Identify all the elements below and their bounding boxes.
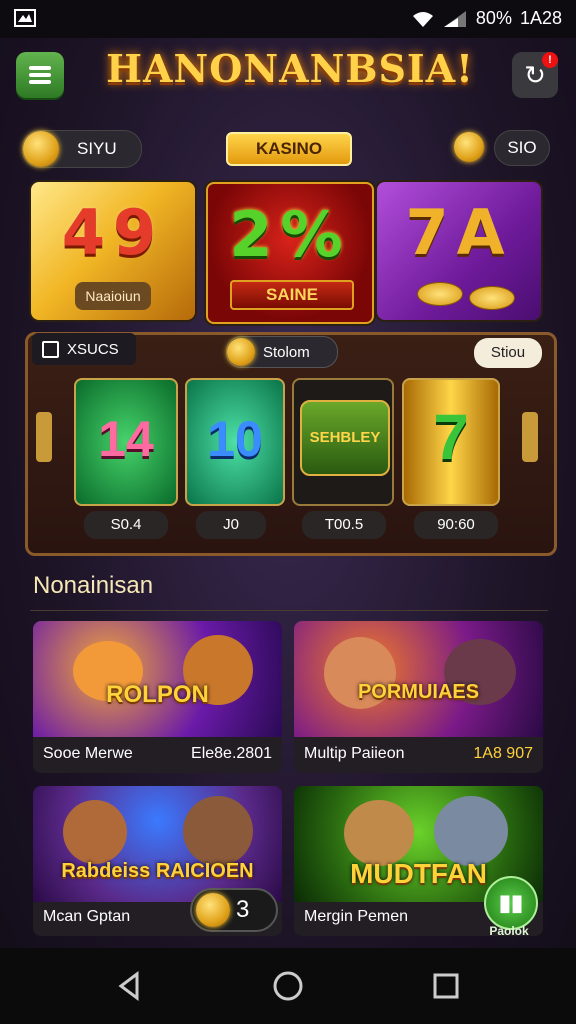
navigation-bar <box>0 948 576 1024</box>
home-icon <box>273 971 303 1001</box>
coin-stack-icon <box>469 286 515 310</box>
game-footer: Sooe Merwe Ele8e.2801 <box>43 745 272 763</box>
coin-pill-label: SIYU <box>77 139 117 158</box>
coin-icon <box>227 338 255 366</box>
status-right: 80% 1A28 <box>412 8 562 29</box>
toggle-pill[interactable]: 3 <box>190 888 278 932</box>
reel-value: T00.5 <box>302 511 386 539</box>
reel-value: J0 <box>196 511 266 539</box>
coin-icon <box>196 893 230 927</box>
hamburger-icon <box>29 63 51 87</box>
coin-icon <box>454 132 484 162</box>
reel-symbol: 14 <box>98 411 154 467</box>
battery-text: 80% <box>475 8 512 28</box>
game-name: Sooe Merwe <box>43 745 133 762</box>
coin-icon <box>23 131 59 167</box>
featured-number: 49 <box>61 196 165 269</box>
kasino-badge[interactable]: KASINO <box>226 132 352 166</box>
game-name: Mcan Gptan <box>43 908 131 925</box>
slot-center-label: Stolom <box>263 343 310 361</box>
game-thumbnail: Rabdeiss RAICIOEN <box>33 786 282 902</box>
back-button[interactable] <box>110 966 150 1006</box>
featured-label: Naaioiun <box>75 282 151 310</box>
featured-tile[interactable]: 7A <box>377 182 541 320</box>
coin-stack-icon <box>417 282 463 306</box>
back-icon <box>118 971 139 1001</box>
home-button[interactable] <box>268 966 308 1006</box>
play-label: Paolok <box>489 924 529 938</box>
play-button[interactable]: ▮▮ <box>484 876 538 930</box>
girl-character-icon <box>63 800 127 864</box>
reel-value: S0.4 <box>84 511 168 539</box>
right-ornament <box>522 412 538 462</box>
game-name: Multip Paiieon <box>304 745 405 762</box>
app-title: HANONANBSIA! <box>106 46 474 91</box>
checkbox-icon <box>42 340 59 358</box>
game-thumbnail: PORMUIAES <box>294 621 543 737</box>
slot-filter-label: XSUCS <box>67 340 119 358</box>
game-title: PORMUIAES <box>357 681 480 703</box>
signal-icon <box>443 10 466 27</box>
menu-button[interactable] <box>16 52 64 98</box>
status-bar: 80% 1A28 <box>0 0 576 38</box>
clock: 1A28 <box>519 8 562 28</box>
lion-character-icon <box>344 800 414 866</box>
featured-number: 7A <box>405 196 513 269</box>
game-card[interactable]: ROLPON Sooe Merwe Ele8e.2801 <box>33 621 282 773</box>
game-value: Ele8e.2801 <box>191 745 272 762</box>
game-footer: Multip Paiieon 1A8 907 <box>304 745 533 763</box>
featured-tile[interactable]: 49 Naaioiun <box>31 182 195 320</box>
app-notification-icon <box>14 9 36 27</box>
wolf-character-icon <box>183 796 253 866</box>
slot-filter[interactable]: XSUCS <box>32 333 136 365</box>
featured-tile[interactable]: 2% SAINE <box>206 182 374 324</box>
recents-button[interactable] <box>426 966 466 1006</box>
notification-badge: ! <box>542 52 558 68</box>
wifi-icon <box>412 11 433 27</box>
toggle-value: 3 <box>236 896 250 923</box>
slot-reel[interactable]: 7 <box>402 378 500 506</box>
section-title: Nonainisan <box>33 572 154 599</box>
slot-reel[interactable]: 14 <box>74 378 178 506</box>
slot-center-pill[interactable]: Stolom <box>226 336 338 368</box>
game-title: Rabdeiss RAICIOEN <box>61 860 254 882</box>
left-ornament <box>36 412 52 462</box>
recents-icon <box>433 973 459 999</box>
divider <box>30 610 548 611</box>
show-badge[interactable]: Stiou <box>474 338 542 368</box>
reel-symbol: 10 <box>207 411 263 467</box>
featured-ribbon: SAINE <box>230 280 354 310</box>
game-card[interactable]: PORMUIAES Multip Paiieon 1A8 907 <box>294 621 543 773</box>
game-title: ROLPON <box>106 681 209 708</box>
game-thumbnail: ROLPON <box>33 621 282 737</box>
man-character-icon <box>434 796 508 866</box>
featured-number: 2% <box>229 198 351 271</box>
reel-value: 90:60 <box>414 511 498 539</box>
game-value: 1A8 907 <box>473 745 533 762</box>
sio-pill[interactable]: SIO <box>494 130 550 166</box>
game-name: Mergin Pemen <box>304 908 409 925</box>
play-icon: ▮▮ <box>498 890 524 915</box>
slot-reel[interactable]: 10 <box>185 378 285 506</box>
reel-symbol: 7 <box>433 401 469 473</box>
reel-symbol: SEHBLEY <box>300 400 390 476</box>
coin-balance-pill[interactable]: SIYU <box>22 130 142 168</box>
